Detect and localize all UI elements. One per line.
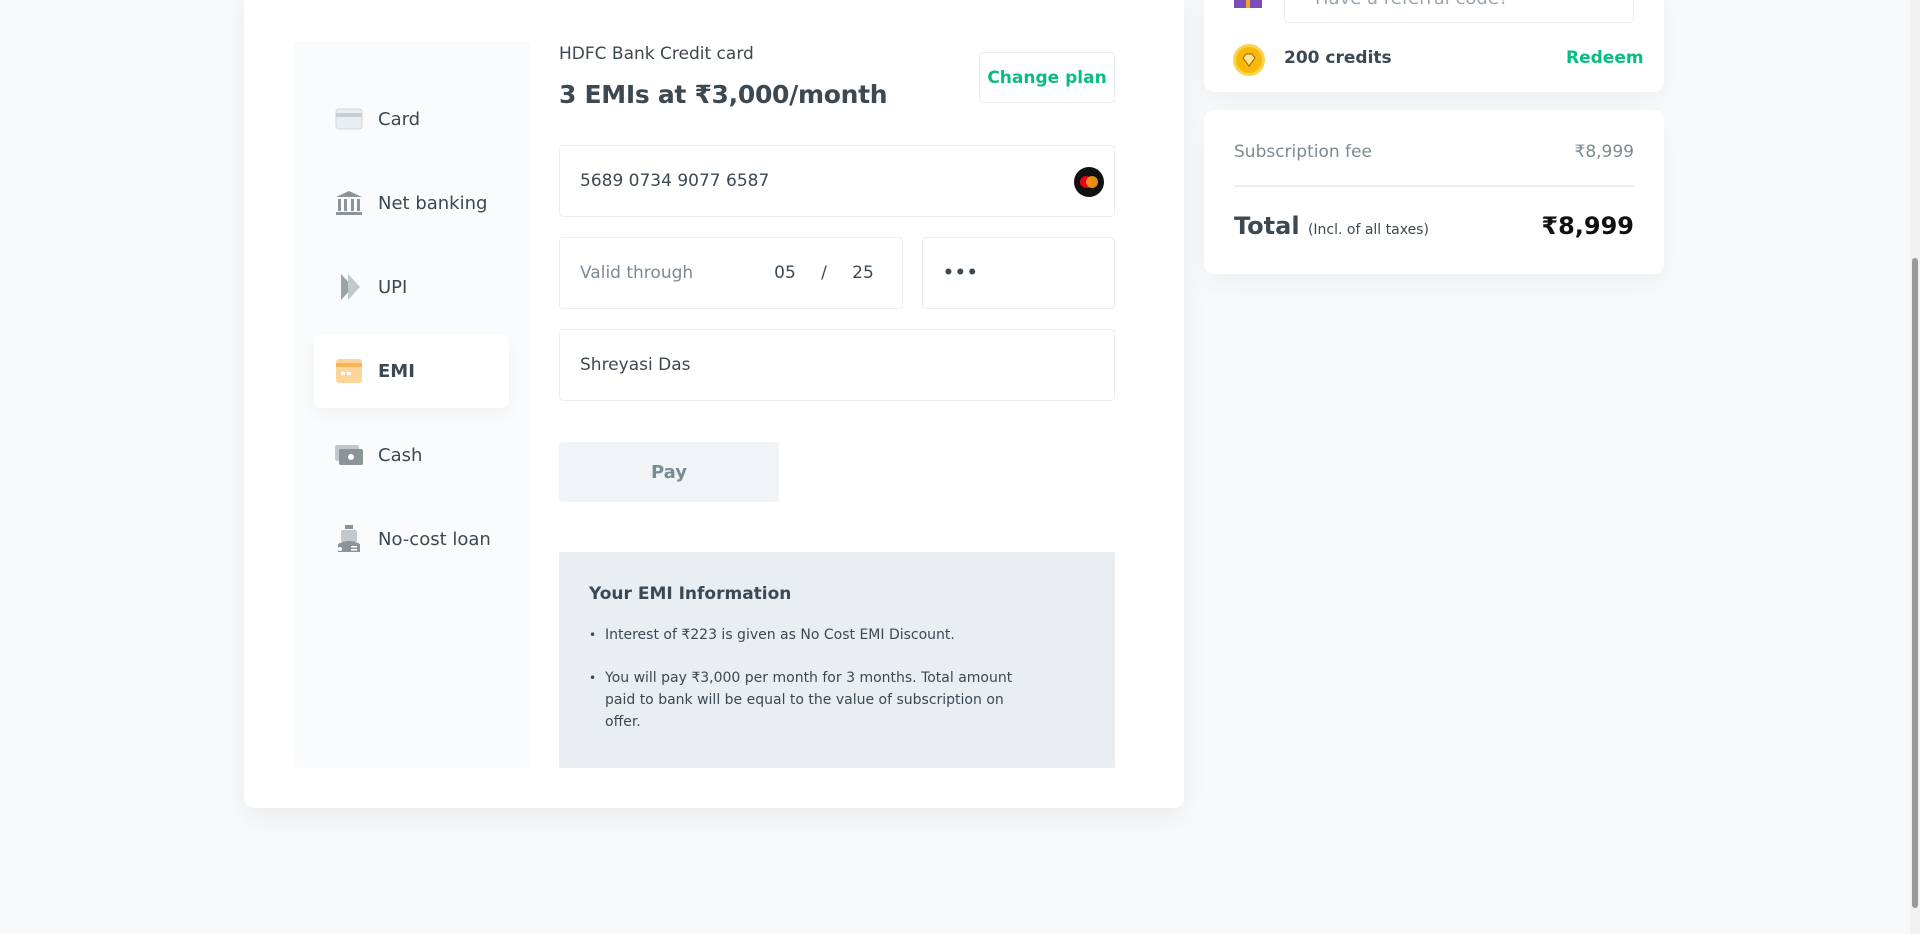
card-icon <box>334 104 364 134</box>
emi-plan-title: 3 EMIs at ₹3,000/month <box>559 80 888 109</box>
method-net-banking[interactable]: Net banking <box>314 166 509 240</box>
total-tax-note: (Incl. of all taxes) <box>1307 222 1429 238</box>
bank-icon <box>334 188 364 218</box>
bank-name: HDFC Bank Credit card <box>559 44 754 64</box>
referral-code-input[interactable]: Have a referral code? <box>1284 0 1634 23</box>
valid-through-label: Valid through <box>580 263 694 283</box>
subscription-fee-value: ₹8,999 <box>1574 142 1634 162</box>
total-label: Total (Incl. of all taxes) <box>1234 212 1429 240</box>
expiry-month[interactable]: 05 <box>770 263 800 283</box>
method-label: Net banking <box>378 192 488 214</box>
emi-info-item: You will pay ₹3,000 per month for 3 mont… <box>589 667 1029 733</box>
gift-icon <box>1234 0 1262 8</box>
cvv-value: ••• <box>943 263 979 283</box>
subscription-fee-label: Subscription fee <box>1234 142 1372 162</box>
credits-count: 200 credits <box>1284 48 1392 68</box>
emi-info-item: Interest of ₹223 is given as No Cost EMI… <box>589 624 1029 646</box>
method-cash[interactable]: Cash <box>314 418 509 492</box>
cvv-field[interactable]: ••• <box>922 237 1115 309</box>
method-label: EMI <box>378 360 415 382</box>
method-upi[interactable]: UPI <box>314 250 509 324</box>
total-value: ₹8,999 <box>1541 212 1634 240</box>
expiry-year[interactable]: 25 <box>848 263 878 283</box>
method-label: UPI <box>378 276 408 298</box>
method-label: Card <box>378 108 421 130</box>
card-number-value: 5689 0734 9077 6587 <box>580 171 770 191</box>
upi-icon <box>334 272 364 302</box>
method-emi[interactable]: EMI <box>314 334 509 408</box>
credits-coin-icon <box>1233 44 1265 76</box>
method-no-cost-loan[interactable]: No-cost loan <box>314 502 509 576</box>
valid-through-field[interactable]: Valid through 05 / 25 <box>559 237 903 309</box>
summary-divider <box>1234 185 1634 187</box>
cardholder-name-value: Shreyasi Das <box>580 355 691 375</box>
emi-info-box: Your EMI Information Interest of ₹223 is… <box>559 552 1115 768</box>
method-card[interactable]: Card <box>314 82 509 156</box>
pay-button[interactable]: Pay <box>559 442 779 502</box>
expiry-separator: / <box>821 263 827 283</box>
payment-methods-list: Card Net banking UPI EMI Cash No-cost lo… <box>294 41 530 768</box>
mastercard-icon <box>1074 167 1104 197</box>
emi-icon <box>334 356 364 386</box>
total-label-text: Total <box>1234 212 1300 240</box>
redeem-button[interactable]: Redeem <box>1566 48 1644 68</box>
card-number-field[interactable]: 5689 0734 9077 6587 <box>559 145 1115 217</box>
cash-icon <box>334 440 364 470</box>
change-plan-button[interactable]: Change plan <box>979 52 1115 103</box>
method-label: No-cost loan <box>378 528 491 550</box>
scrollbar-thumb[interactable] <box>1912 258 1918 908</box>
emi-info-title: Your EMI Information <box>589 584 792 604</box>
cardholder-name-field[interactable]: Shreyasi Das <box>559 329 1115 401</box>
method-label: Cash <box>378 444 423 466</box>
page-scrollbar[interactable] <box>1910 0 1920 934</box>
emi-info-list: Interest of ₹223 is given as No Cost EMI… <box>589 624 1085 733</box>
order-summary-card <box>1204 110 1664 274</box>
loan-icon <box>334 524 364 554</box>
